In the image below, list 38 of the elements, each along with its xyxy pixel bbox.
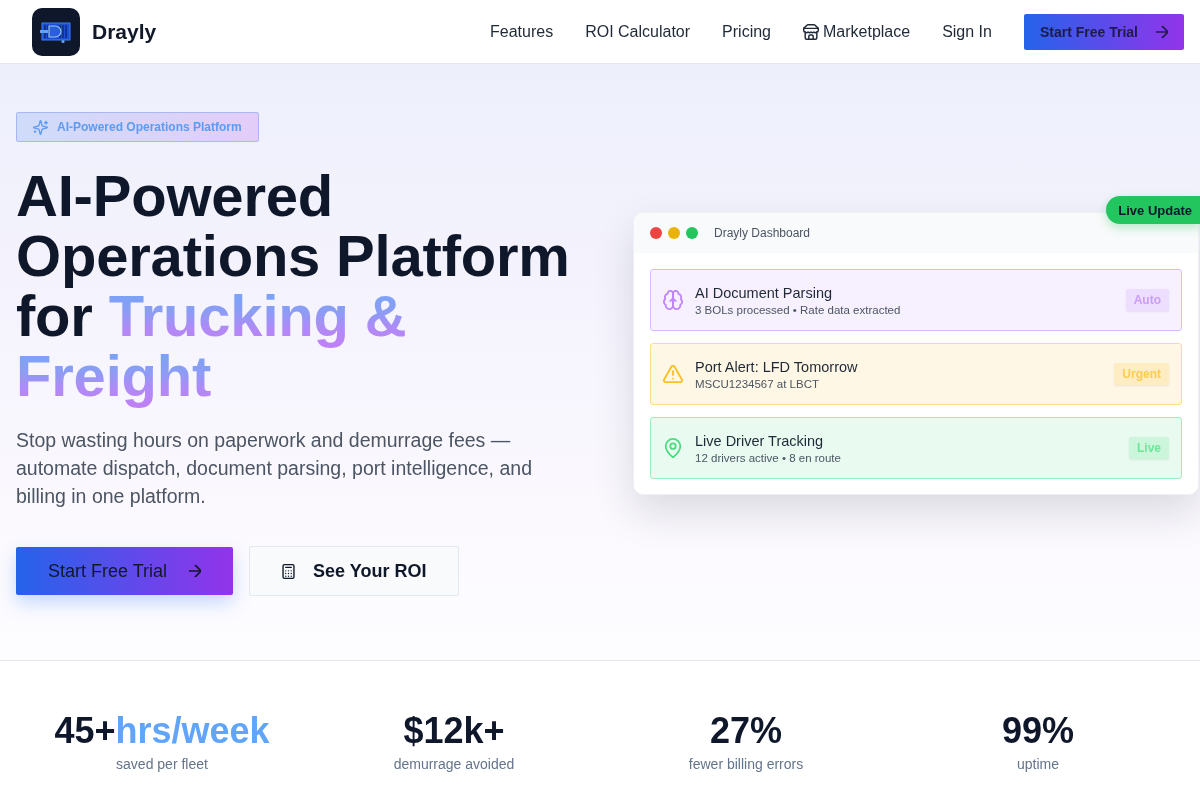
stat-label: saved per fleet: [116, 756, 208, 772]
window-dot-icon: [650, 227, 662, 239]
card-title: Port Alert: LFD Tomorrow: [695, 358, 858, 375]
card-subtitle: 12 drivers active • 8 en route: [695, 451, 841, 464]
brand-name: Drayly: [92, 19, 157, 44]
status-tag: Live: [1129, 437, 1169, 459]
window-dot-icon: [686, 227, 698, 239]
status-tag: Urgent: [1114, 363, 1169, 385]
stat-value: $12k+: [403, 709, 505, 752]
nav-link[interactable]: Marketplace: [803, 22, 911, 41]
nav-link[interactable]: Features: [490, 22, 554, 41]
stat-value: 27%: [709, 709, 783, 752]
sparkle-icon: [33, 119, 48, 135]
live-updates-pill: Live Update: [1106, 196, 1200, 224]
logo-icon[interactable]: [32, 7, 80, 56]
hero-headline: AI-Powered Operations Platform for Trucking & Freight: [16, 166, 571, 406]
calculator-icon: [282, 563, 296, 579]
badge-text: AI-Powered Operations Platform: [57, 120, 242, 134]
hero-description: Stop wasting hours on paperwork and demurrage fees — automate dispatch, document parsing, port intelligence, and billing in one platform.: [16, 428, 533, 509]
nav-link[interactable]: Pricing: [722, 22, 771, 41]
stat-value: 99%: [1001, 709, 1075, 752]
card-subtitle: 3 BOLs processed • Rate data extracted: [695, 303, 901, 316]
nav-link[interactable]: ROI Calculator: [585, 22, 691, 41]
nav-link[interactable]: Sign In: [942, 22, 992, 41]
stat-label: uptime: [1017, 756, 1059, 772]
window-title: Drayly Dashboard: [714, 226, 811, 240]
arrow-right-icon: [189, 565, 202, 577]
arrow-right-icon: [1156, 25, 1168, 38]
see-roi-button[interactable]: See Your ROI: [249, 546, 460, 596]
window-dot-icon: [668, 227, 680, 239]
store-icon: [803, 23, 819, 40]
stat-value: 45+hrs/week: [54, 709, 270, 752]
status-tag: Auto: [1125, 289, 1169, 311]
card-subtitle: MSCU1234567 at LBCT: [695, 377, 820, 390]
stat-label: fewer billing errors: [688, 756, 804, 772]
stat-label: demurrage avoided: [393, 756, 515, 772]
card-title: Live Driver Tracking: [695, 432, 825, 449]
card-title: AI Document Parsing: [695, 284, 833, 301]
